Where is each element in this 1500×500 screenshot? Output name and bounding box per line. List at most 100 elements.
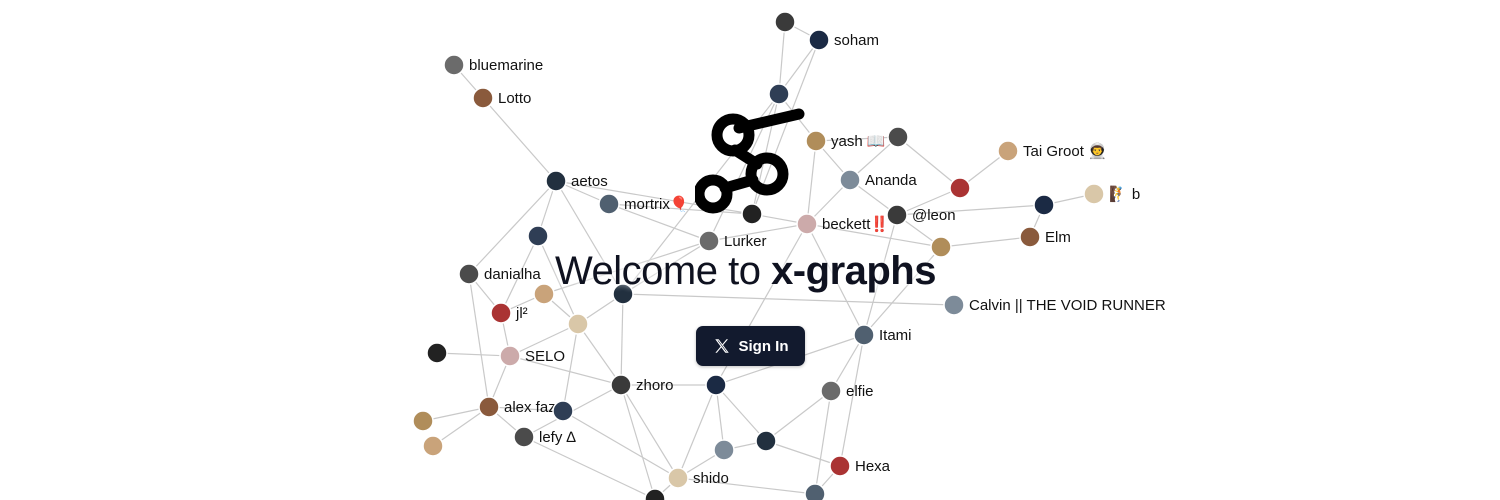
graph-edge	[677, 384, 717, 479]
node-label: Hexa	[855, 458, 891, 475]
node-label: Itami	[879, 327, 912, 344]
graph-node[interactable]	[412, 410, 434, 432]
avatar[interactable]	[610, 374, 632, 396]
graph-node[interactable]: soham	[808, 29, 879, 51]
sign-in-button[interactable]: Sign In	[696, 326, 805, 366]
graph-node[interactable]: Itami	[853, 324, 912, 346]
node-label: 🧗 b	[1109, 185, 1140, 203]
graph-node[interactable]	[567, 313, 589, 335]
avatar[interactable]	[997, 140, 1019, 162]
avatar[interactable]	[713, 439, 735, 461]
graph-node[interactable]	[887, 126, 909, 148]
avatar[interactable]	[443, 54, 465, 76]
graph-node[interactable]: Calvin || THE VOID RUNNER	[943, 294, 1166, 316]
graph-node[interactable]: zhoro	[610, 374, 674, 396]
avatar[interactable]	[886, 204, 908, 226]
avatar[interactable]	[478, 396, 500, 418]
node-label: bluemarine	[469, 57, 543, 74]
graph-edge	[436, 352, 511, 357]
graph-node[interactable]	[755, 430, 777, 452]
avatar[interactable]	[527, 225, 549, 247]
graph-node[interactable]	[533, 283, 555, 305]
avatar[interactable]	[943, 294, 965, 316]
node-label: lefy ∆	[539, 429, 577, 446]
graph-node[interactable]	[768, 83, 790, 105]
graph-node[interactable]: shido	[667, 467, 729, 489]
node-label: Ananda	[865, 172, 917, 189]
graph-node[interactable]: mortrix🎈	[598, 193, 689, 215]
graph-node[interactable]	[1033, 194, 1055, 216]
graph-node[interactable]: @leon	[886, 204, 956, 226]
avatar[interactable]	[804, 483, 826, 500]
node-label: shido	[693, 470, 729, 487]
avatar[interactable]	[705, 374, 727, 396]
avatar[interactable]	[1033, 194, 1055, 216]
avatar[interactable]	[829, 455, 851, 477]
avatar[interactable]	[853, 324, 875, 346]
graph-node[interactable]	[527, 225, 549, 247]
x-logo-icon	[714, 339, 729, 353]
graph-node[interactable]	[713, 439, 735, 461]
node-label: SELO	[525, 348, 565, 365]
graph-edge	[765, 390, 832, 442]
avatar[interactable]	[499, 345, 521, 367]
graph-node[interactable]: yash 📖	[805, 130, 886, 152]
graph-node[interactable]	[426, 342, 448, 364]
avatar[interactable]	[472, 87, 494, 109]
graph-node[interactable]: 🧗 b	[1083, 183, 1140, 205]
graph-node[interactable]: Hexa	[829, 455, 891, 477]
graph-node[interactable]	[774, 11, 796, 33]
avatar[interactable]	[422, 435, 444, 457]
avatar[interactable]	[458, 263, 480, 285]
avatar[interactable]	[887, 126, 909, 148]
graph-node[interactable]: danialha	[458, 263, 541, 285]
avatar[interactable]	[755, 430, 777, 452]
avatar[interactable]	[545, 170, 567, 192]
avatar[interactable]	[552, 400, 574, 422]
avatar[interactable]	[598, 193, 620, 215]
graph-node[interactable]: Tai Groot 👨‍🚀	[997, 140, 1107, 162]
node-label: mortrix🎈	[624, 194, 689, 213]
avatar[interactable]	[426, 342, 448, 364]
avatar[interactable]	[805, 130, 827, 152]
graph-node[interactable]	[949, 177, 971, 199]
graph-node[interactable]: Ananda	[839, 169, 917, 191]
avatar[interactable]	[533, 283, 555, 305]
graph-node[interactable]: elfie	[820, 380, 874, 402]
avatar[interactable]	[1019, 226, 1041, 248]
graph-node[interactable]: alex faz	[478, 396, 556, 418]
graph-node[interactable]: SELO	[499, 345, 565, 367]
graph-node[interactable]: lefy ∆	[513, 426, 577, 448]
avatar[interactable]	[839, 169, 861, 191]
avatar[interactable]	[644, 488, 666, 500]
avatar[interactable]	[774, 11, 796, 33]
graph-node[interactable]: bluemarine	[443, 54, 543, 76]
graph-edge	[562, 410, 679, 479]
avatar[interactable]	[490, 302, 512, 324]
avatar[interactable]	[513, 426, 535, 448]
node-label: aetos	[571, 173, 608, 190]
avatar[interactable]	[567, 313, 589, 335]
avatar[interactable]	[768, 83, 790, 105]
sign-in-label: Sign In	[738, 337, 789, 355]
node-label: Calvin || THE VOID RUNNER	[969, 297, 1166, 314]
avatar[interactable]	[949, 177, 971, 199]
graph-node[interactable]: Elm	[1019, 226, 1071, 248]
avatar[interactable]	[667, 467, 689, 489]
avatar[interactable]	[1083, 183, 1105, 205]
graph-node[interactable]	[552, 400, 574, 422]
node-label: Elm	[1045, 229, 1071, 246]
graph-node[interactable]: beckett‼️	[796, 213, 889, 235]
avatar[interactable]	[820, 380, 842, 402]
graph-node[interactable]: Lotto	[472, 87, 531, 109]
avatar[interactable]	[808, 29, 830, 51]
graph-node[interactable]: aetos	[545, 170, 608, 192]
graph-node[interactable]: jl²	[490, 302, 528, 324]
avatar[interactable]	[796, 213, 818, 235]
graph-node[interactable]	[804, 483, 826, 500]
graph-node[interactable]	[705, 374, 727, 396]
welcome-heading: Welcome to x-graphs	[555, 246, 955, 296]
avatar[interactable]	[412, 410, 434, 432]
graph-node[interactable]	[644, 488, 666, 500]
graph-node[interactable]	[422, 435, 444, 457]
